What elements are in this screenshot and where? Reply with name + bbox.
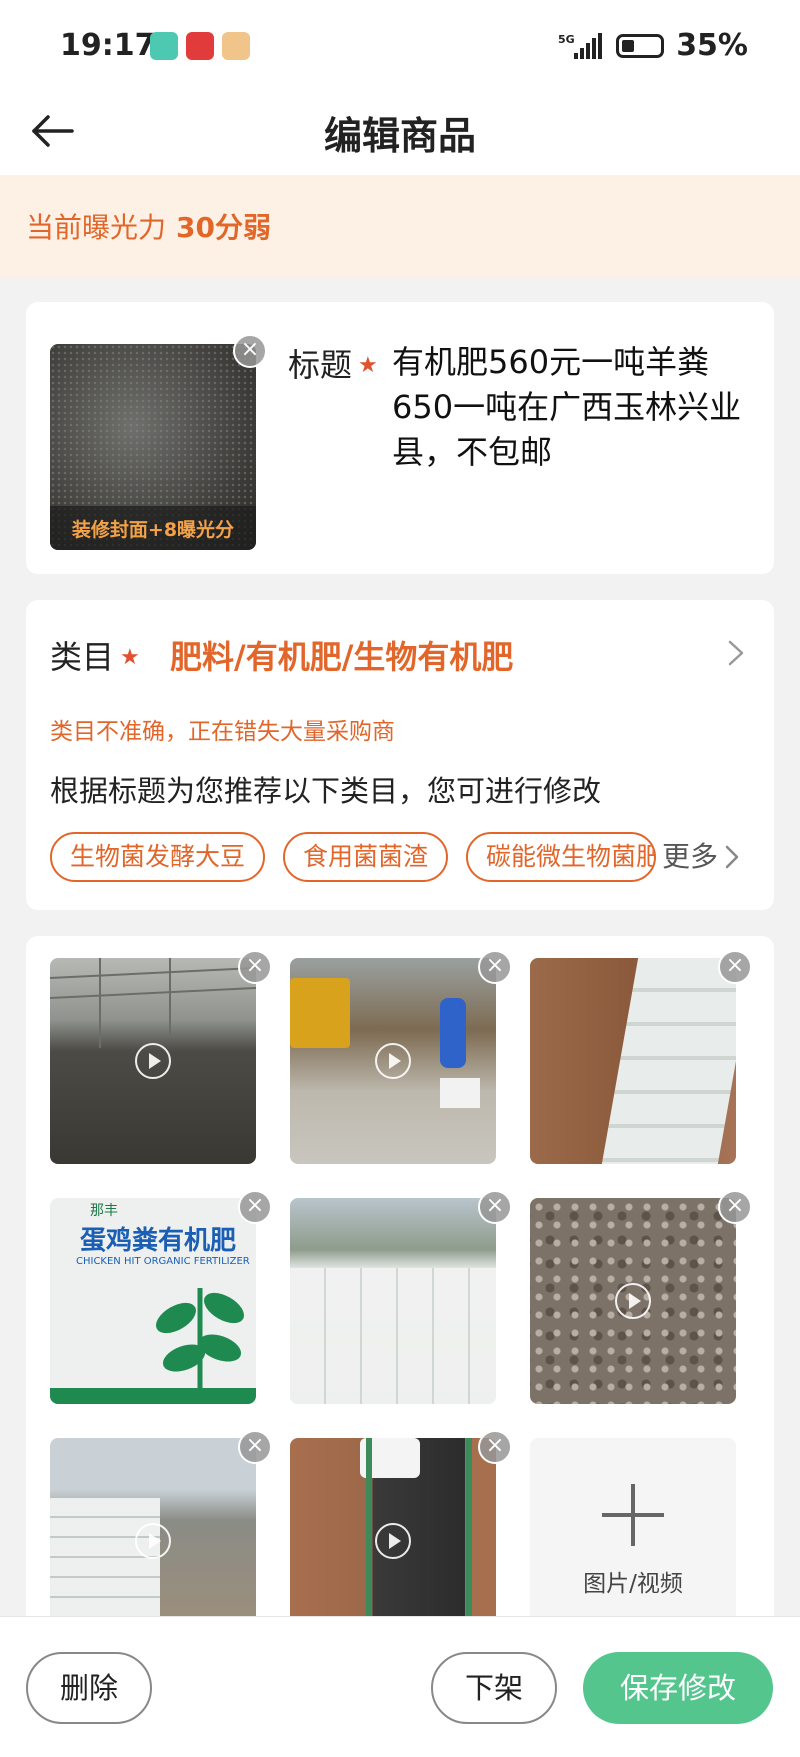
remove-cover-icon[interactable]: × bbox=[233, 334, 267, 368]
play-icon[interactable] bbox=[135, 1043, 171, 1079]
media-item-video[interactable] bbox=[50, 958, 256, 1164]
status-right: 5G 35% bbox=[558, 28, 748, 63]
battery-icon bbox=[616, 33, 665, 58]
required-star-icon: ★ bbox=[358, 353, 378, 378]
bottom-action-bar: 删除 下架 保存修改 bbox=[0, 1616, 800, 1757]
signal-icon: 5G bbox=[558, 32, 603, 59]
media-item-video[interactable] bbox=[290, 1438, 496, 1636]
exposure-label: 当前曝光力 bbox=[26, 211, 167, 244]
pet-app-icon bbox=[222, 32, 250, 60]
network-label: 5G bbox=[558, 33, 575, 46]
exposure-banner: 当前曝光力 30分弱 bbox=[0, 175, 800, 277]
exposure-value: 30分弱 bbox=[176, 211, 271, 244]
media-item-video[interactable] bbox=[290, 958, 496, 1164]
media-item-video[interactable] bbox=[530, 1198, 736, 1404]
sack-stack-graphic bbox=[290, 1268, 496, 1404]
media-item-video[interactable] bbox=[50, 1438, 256, 1636]
unlist-button[interactable]: 下架 bbox=[431, 1652, 557, 1724]
title-card: 装修封面+8曝光分 × 标题 ★ 有机肥560元一吨羊粪650一吨在广西玉林兴业县… bbox=[26, 302, 774, 574]
media-item-image[interactable] bbox=[290, 1198, 496, 1404]
delete-button[interactable]: 删除 bbox=[26, 1652, 152, 1724]
add-media-label: 图片/视频 bbox=[583, 1571, 683, 1597]
remove-media-icon[interactable]: × bbox=[238, 1430, 272, 1464]
remove-media-icon[interactable]: × bbox=[238, 950, 272, 984]
shopping-app-icon bbox=[186, 32, 214, 60]
media-item-image[interactable]: 那丰 蛋鸡粪有机肥 CHICKEN HIT ORGANIC FERTILIZER bbox=[50, 1198, 256, 1404]
remove-media-icon[interactable]: × bbox=[238, 1190, 272, 1224]
category-suggestion-tag[interactable]: 食用菌菌渣 bbox=[283, 832, 449, 882]
remove-media-icon[interactable]: × bbox=[718, 1190, 752, 1224]
battery-level: 35% bbox=[676, 28, 748, 63]
status-app-icons bbox=[150, 32, 250, 60]
save-changes-button[interactable]: 保存修改 bbox=[583, 1652, 773, 1724]
page-title: 编辑商品 bbox=[323, 114, 476, 158]
title-input[interactable]: 有机肥560元一吨羊粪650一吨在广西玉林兴业县，不包邮 bbox=[392, 340, 752, 475]
chevron-right-icon[interactable] bbox=[724, 638, 748, 668]
belt-rail-graphic bbox=[366, 1438, 372, 1636]
title-field-label: 标题 ★ bbox=[288, 346, 378, 384]
required-star-icon: ★ bbox=[120, 645, 140, 670]
status-bar: 19:17 5G 35% bbox=[0, 0, 800, 95]
category-card: 类目 ★ 肥料/有机肥/生物有机肥 类目不准确，正在错失大量采购商 根据标题为您推… bbox=[26, 600, 774, 910]
header: 编辑商品 bbox=[0, 95, 800, 175]
add-media-button[interactable]: 图片/视频 bbox=[530, 1438, 736, 1636]
cover-image[interactable]: 装修封面+8曝光分 bbox=[50, 344, 256, 550]
status-time: 19:17 bbox=[60, 28, 156, 63]
calendar-app-icon bbox=[150, 32, 178, 60]
play-icon[interactable] bbox=[615, 1283, 651, 1319]
plus-icon bbox=[602, 1484, 664, 1546]
category-field-label: 类目 ★ bbox=[50, 638, 140, 676]
cover-decorate-label[interactable]: 装修封面+8曝光分 bbox=[50, 506, 256, 550]
worker-graphic bbox=[440, 998, 466, 1068]
more-label: 更多 bbox=[662, 840, 719, 873]
play-icon[interactable] bbox=[375, 1043, 411, 1079]
sack-graphic bbox=[440, 1078, 480, 1108]
category-suggestion-tag[interactable]: 生物菌发酵大豆 bbox=[50, 832, 266, 882]
category-suggestion-tag[interactable]: 碳能微生物菌肥 bbox=[466, 832, 657, 882]
remove-media-icon[interactable]: × bbox=[478, 950, 512, 984]
play-icon[interactable] bbox=[135, 1523, 171, 1559]
play-icon[interactable] bbox=[375, 1523, 411, 1559]
remove-media-icon[interactable]: × bbox=[478, 1190, 512, 1224]
category-warning: 类目不准确，正在错失大量采购商 bbox=[50, 719, 395, 745]
more-categories-button[interactable]: 更多 bbox=[656, 832, 741, 882]
belt-rail-graphic bbox=[466, 1438, 472, 1636]
media-card: 那丰 蛋鸡粪有机肥 CHICKEN HIT ORGANIC FERTILIZER bbox=[26, 936, 774, 1636]
remove-media-icon[interactable]: × bbox=[718, 950, 752, 984]
media-item-image[interactable] bbox=[530, 958, 736, 1164]
leaf-graphic bbox=[50, 1288, 256, 1404]
loader-graphic bbox=[290, 978, 350, 1048]
category-suggestions: 生物菌发酵大豆 食用菌菌渣 碳能微生物菌肥 bbox=[50, 832, 750, 882]
chevron-right-icon bbox=[725, 845, 739, 869]
sack-row-graphic bbox=[601, 958, 736, 1164]
category-hint: 根据标题为您推荐以下类目，您可进行修改 bbox=[50, 774, 602, 808]
remove-media-icon[interactable]: × bbox=[478, 1430, 512, 1464]
category-value[interactable]: 肥料/有机肥/生物有机肥 bbox=[170, 632, 513, 678]
